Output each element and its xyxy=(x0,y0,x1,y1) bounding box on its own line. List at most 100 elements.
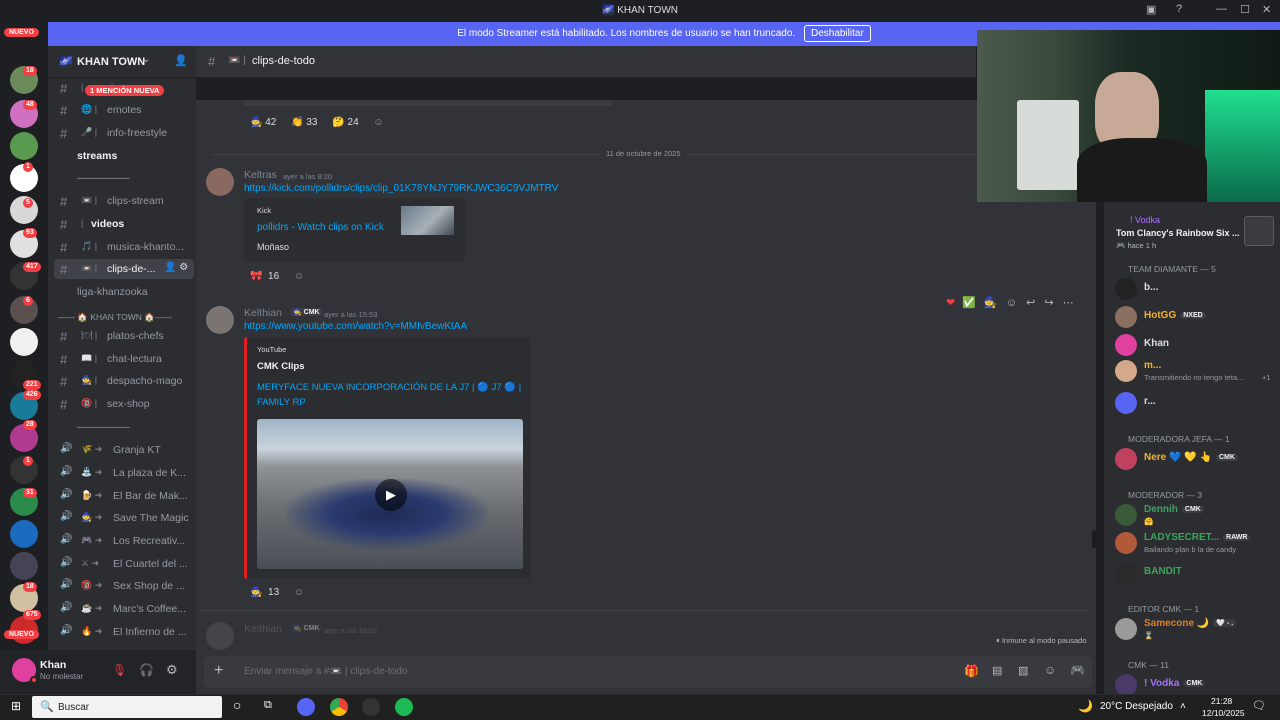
activities-icon[interactable]: 🎮 xyxy=(1070,663,1085,677)
message-author[interactable]: Keltras xyxy=(244,169,277,181)
windows-start-icon[interactable]: ⊞ xyxy=(11,699,21,713)
wizard-reaction-icon[interactable]: 🧙 xyxy=(983,297,997,309)
gif-icon[interactable]: ▤ xyxy=(992,664,1002,677)
server-icon[interactable] xyxy=(10,552,38,580)
avatar[interactable] xyxy=(206,168,234,196)
message-list[interactable]: 🧙 42 👏 33 🤔 24 ☺ 11 de octubre de 2025 K… xyxy=(196,100,1096,650)
voice-channel[interactable]: 🔊 🎮 ➜ Los Recreativ... xyxy=(54,531,194,551)
heart-reaction-icon[interactable]: ❤ xyxy=(946,297,955,309)
weather-text[interactable]: 20°C Despejado xyxy=(1100,701,1173,712)
reaction-chip[interactable]: 🤔 24 xyxy=(332,117,358,128)
avatar[interactable] xyxy=(1115,674,1137,694)
mention-pill[interactable]: 1 MENCIÓN NUEVA xyxy=(85,85,165,96)
message-author[interactable]: Kelthian xyxy=(244,623,282,635)
add-reaction-icon[interactable]: ☺ xyxy=(1006,297,1017,309)
text-channel[interactable]: # 🎵 | musica-khanto... xyxy=(54,237,194,257)
server-icon[interactable] xyxy=(10,520,38,548)
notification-icon[interactable]: 🗨 xyxy=(1252,699,1266,712)
embed-title[interactable]: MERYFACE NUEVA INCORPORACIÓN DE LA J7 | … xyxy=(257,380,523,410)
voice-channel[interactable]: 🔊 ⚔ ➜ El Cuartel del ... xyxy=(54,554,194,574)
close-icon[interactable]: ✕ xyxy=(1262,3,1271,16)
text-channel[interactable]: # 🧙 | despacho-mago xyxy=(54,371,194,391)
member-name[interactable]: Dennih CMK xyxy=(1144,504,1204,515)
member-name[interactable]: Samecone 🌙 🤍 - . xyxy=(1144,618,1237,629)
add-attachment-icon[interactable]: + xyxy=(214,662,223,680)
voice-channel[interactable]: 🔊 ⛲ ➜ La plaza de K... xyxy=(54,463,194,483)
text-channel[interactable]: # 🔞 | sex-shop xyxy=(54,394,194,414)
embed-thumbnail[interactable] xyxy=(401,206,454,235)
avatar[interactable] xyxy=(1115,448,1137,470)
voice-channel[interactable]: 🔊 🌾 ➜ Granja KT xyxy=(54,440,194,460)
maximize-icon[interactable]: ☐ xyxy=(1240,3,1250,16)
avatar[interactable] xyxy=(1115,392,1137,414)
emoji-icon[interactable]: ☺ xyxy=(1044,663,1056,677)
member-name[interactable]: b... xyxy=(1144,282,1158,293)
member-name[interactable]: ! Vodka CMK xyxy=(1144,678,1206,689)
video-thumbnail[interactable]: ▶ xyxy=(257,419,523,569)
avatar[interactable] xyxy=(1115,360,1137,382)
avatar[interactable] xyxy=(1115,504,1137,526)
sticker-icon[interactable]: ▧ xyxy=(1018,664,1028,677)
text-channel[interactable]: # 🍽 | platos-chefs xyxy=(54,326,194,346)
message-link[interactable]: https://www.youtube.com/watch?v=MMIvBewK… xyxy=(244,321,467,332)
add-reaction-icon[interactable]: ☺ xyxy=(294,587,304,598)
avatar[interactable] xyxy=(206,306,234,334)
member-name[interactable]: r... xyxy=(1144,396,1156,407)
activity-card[interactable]: ! Vodka Tom Clancy's Rainbow Six ... 🎮 h… xyxy=(1112,212,1274,252)
invite-people-icon[interactable]: 👤 xyxy=(174,54,188,67)
message-author[interactable]: Kelthian xyxy=(244,307,282,319)
member-name[interactable]: m... xyxy=(1144,360,1161,371)
voice-channel[interactable]: 🔊 🧙 ➜ Save The Magic xyxy=(54,508,194,528)
task-view-icon[interactable]: ⧉ xyxy=(264,699,272,712)
member-name[interactable]: BANDIT xyxy=(1144,566,1182,577)
text-channel[interactable]: # 📖 | chat-lectura xyxy=(54,349,194,369)
deafen-icon[interactable]: 🎧 xyxy=(139,663,154,677)
category-header[interactable]: —— 🏠 KHAN TOWN 🏠—— xyxy=(58,312,172,323)
check-reaction-icon[interactable]: ✅ xyxy=(962,297,976,309)
member-name[interactable]: Nere 💙 💛 👆 CMK xyxy=(1144,452,1238,463)
scrollbar-thumb[interactable] xyxy=(1092,530,1096,548)
channel-settings-icon[interactable]: 👤 ⚙ xyxy=(164,262,188,273)
text-channel[interactable]: # 🎤 | info-freestyle xyxy=(54,123,194,143)
forward-icon[interactable]: ↪ xyxy=(1044,297,1053,309)
taskbar-search[interactable]: 🔍 Buscar xyxy=(32,696,222,718)
voice-channel[interactable]: 🔊 🔥 ➜ El Infierno de ... xyxy=(54,622,194,642)
add-reaction-icon[interactable]: ☺ xyxy=(294,271,304,282)
spotify-taskbar-icon[interactable] xyxy=(395,698,413,716)
mute-mic-icon[interactable]: 🎙 xyxy=(112,663,127,677)
embed-title[interactable]: pollidrs - Watch clips on Kick xyxy=(257,222,384,233)
text-channel[interactable]: #liga-khanzooka xyxy=(54,282,194,302)
settings-gear-icon[interactable]: ⚙ xyxy=(166,662,178,678)
reaction-chip[interactable]: 🧙 13 xyxy=(250,587,279,598)
voice-channel[interactable]: 🔊 🍺 ➜ El Bar de Mak... xyxy=(54,486,194,506)
message-input[interactable]: Enviar mensaje a #📼 | clips-de-todo xyxy=(244,666,407,677)
member-name[interactable]: Khan xyxy=(1144,338,1169,349)
text-channel[interactable]: # 📼 | clips-stream xyxy=(54,191,194,211)
disable-streamer-button[interactable]: Deshabilitar xyxy=(803,25,871,42)
search-input[interactable]: Buscar xyxy=(58,702,89,713)
text-channel[interactable]: # | videos xyxy=(54,214,194,234)
server-header[interactable]: 🌌 KHAN TOWN ⌄ 👤 xyxy=(48,46,196,78)
voice-channel[interactable]: 🔊 🔞 ➜ Sex Shop de ... xyxy=(54,576,194,596)
text-channel[interactable]: #————— xyxy=(54,168,194,188)
chrome-taskbar-icon[interactable] xyxy=(330,698,348,716)
reaction-chip[interactable]: 🧙 42 xyxy=(250,117,276,128)
clock-date[interactable]: 12/10/2025 xyxy=(1202,708,1245,718)
cortana-icon[interactable]: ○ xyxy=(233,697,241,713)
voice-channel[interactable]: 🔊 ☕ ➜ Marc's Coffee... xyxy=(54,599,194,619)
reaction-chip[interactable]: 🎀 16 xyxy=(250,271,279,282)
server-icon[interactable] xyxy=(10,328,38,356)
avatar[interactable] xyxy=(1115,562,1137,584)
help-icon[interactable]: ? xyxy=(1176,3,1182,15)
obs-taskbar-icon[interactable] xyxy=(362,698,380,716)
text-channel[interactable]: # 🌐 | emotes xyxy=(54,100,194,120)
avatar[interactable] xyxy=(1115,334,1137,356)
clock-time[interactable]: 21:28 xyxy=(1211,696,1232,706)
more-options-icon[interactable]: ⋯ xyxy=(1063,297,1074,309)
avatar[interactable] xyxy=(206,622,234,650)
avatar[interactable] xyxy=(1115,278,1137,300)
minimize-icon[interactable]: — xyxy=(1216,3,1227,15)
member-name[interactable]: HotGG NXED xyxy=(1144,310,1206,321)
text-channel[interactable]: # 📼 | clips-de-... 👤 ⚙ xyxy=(54,259,194,279)
member-name[interactable]: LADYSECRET... RAWR xyxy=(1144,532,1251,543)
